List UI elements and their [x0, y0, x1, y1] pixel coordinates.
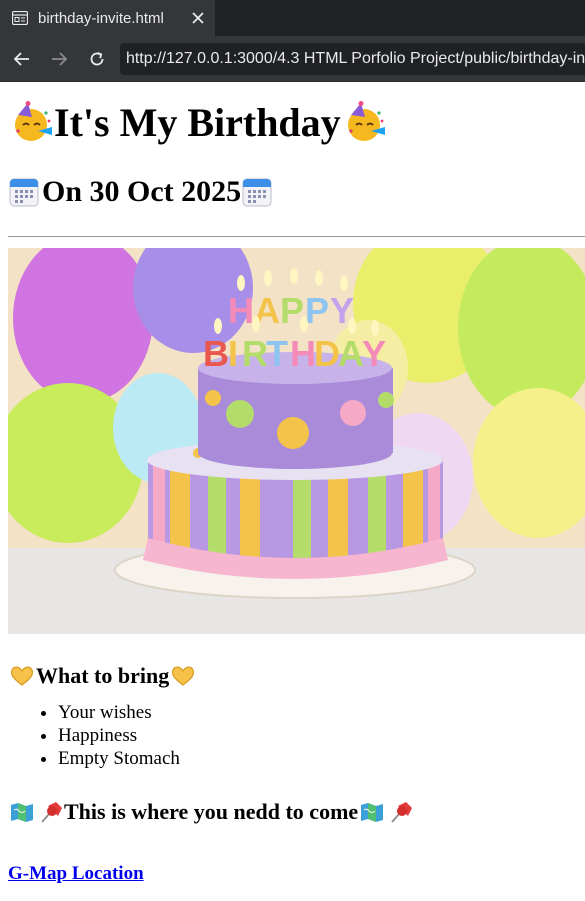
- svg-text:P: P: [305, 290, 329, 331]
- title-text: It's My Birthday: [54, 99, 341, 145]
- pushpin-icon: [391, 802, 413, 823]
- party-face-icon: [15, 101, 52, 141]
- forward-button[interactable]: [45, 43, 73, 75]
- browser-toolbar: http://127.0.0.1:3000/4.3 HTML Porfolio …: [0, 36, 585, 82]
- browser-tab-bar: birthday-invite.html: [0, 0, 585, 36]
- heart-hands-icon: [172, 666, 195, 686]
- svg-text:I: I: [228, 333, 238, 374]
- reload-button[interactable]: [83, 43, 111, 75]
- address-bar[interactable]: http://127.0.0.1:3000/4.3 HTML Porfolio …: [119, 42, 585, 75]
- page-title: It's My Birthday: [8, 98, 585, 146]
- date-heading: On 30 Oct 2025: [8, 174, 585, 210]
- close-icon[interactable]: [191, 11, 205, 25]
- party-face-icon: [347, 101, 385, 141]
- svg-text:A: A: [338, 333, 364, 374]
- svg-text:H: H: [290, 333, 316, 374]
- reload-icon: [90, 51, 104, 65]
- pushpin-icon: [41, 802, 62, 823]
- arrow-left-icon: [13, 51, 30, 66]
- map-icon: [361, 803, 384, 822]
- bring-heading: What to bring: [8, 663, 585, 689]
- list-item: Your wishes: [58, 701, 585, 724]
- tab-title: birthday-invite.html: [38, 9, 164, 27]
- list-item: Empty Stomach: [58, 747, 585, 770]
- svg-text:D: D: [314, 333, 340, 374]
- svg-text:T: T: [266, 333, 288, 374]
- divider: [8, 236, 585, 237]
- map-icon: [11, 803, 33, 822]
- page-icon: [12, 11, 28, 25]
- svg-text:B: B: [203, 333, 229, 374]
- arrow-right-icon: [52, 51, 68, 66]
- heart-hands-icon: [10, 666, 34, 686]
- calendar-icon: [242, 178, 272, 207]
- g-map-location-link[interactable]: G-Map Location: [8, 863, 144, 885]
- date-text: On 30 Oct 2025: [42, 175, 242, 208]
- browser-tab[interactable]: birthday-invite.html: [0, 0, 215, 36]
- birthday-cake-image: H A P P Y B I R T H D A Y: [8, 248, 585, 634]
- back-button[interactable]: [8, 43, 36, 75]
- location-heading-text: This is where you nedd to come: [64, 799, 359, 824]
- location-heading: This is where you nedd to come: [8, 799, 585, 825]
- calendar-icon: [9, 178, 39, 207]
- address-text: http://127.0.0.1:3000/4.3 HTML Porfolio …: [125, 49, 585, 67]
- page-content: It's My Birthday On 30 Oct 2025 H A P P …: [0, 98, 585, 885]
- svg-text:R: R: [242, 333, 268, 374]
- svg-text:H: H: [228, 290, 254, 331]
- bring-list: Your wishes Happiness Empty Stomach: [8, 701, 585, 770]
- list-item: Happiness: [58, 724, 585, 747]
- svg-text:Y: Y: [362, 333, 386, 374]
- bring-heading-text: What to bring: [36, 663, 170, 688]
